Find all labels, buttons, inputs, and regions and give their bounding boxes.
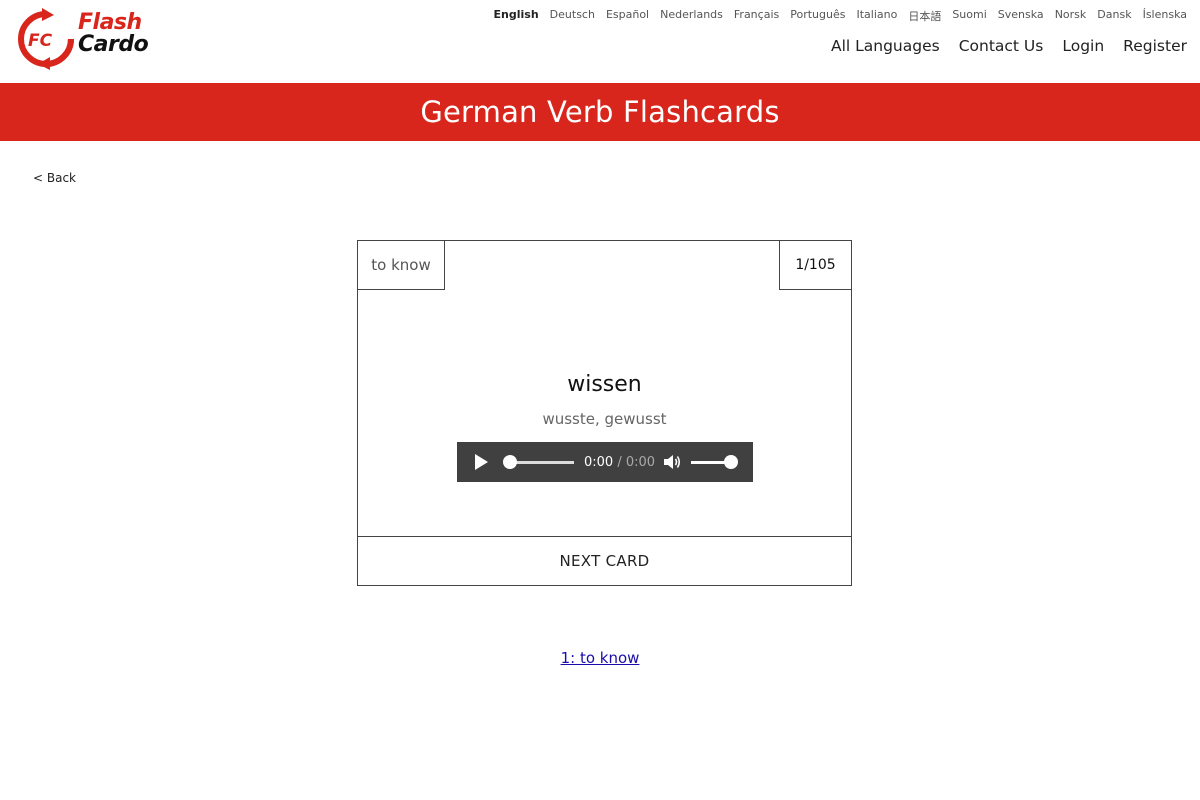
- lang-deutsch[interactable]: Deutsch: [550, 8, 595, 24]
- lang-italiano[interactable]: Italiano: [856, 8, 897, 24]
- language-bar: English Deutsch Español Nederlands Franç…: [494, 8, 1187, 24]
- lang-japanese[interactable]: 日本語: [908, 8, 941, 24]
- nav-contact-us[interactable]: Contact Us: [959, 37, 1044, 55]
- lang-dansk[interactable]: Dansk: [1097, 8, 1131, 24]
- lang-francais[interactable]: Français: [734, 8, 779, 24]
- site-header: FC Flash Cardo English Deutsch Español N…: [0, 0, 1200, 83]
- lang-nederlands[interactable]: Nederlands: [660, 8, 723, 24]
- lang-islenska[interactable]: Íslenska: [1143, 8, 1187, 24]
- logo-text: Flash Cardo: [78, 10, 149, 57]
- back-link[interactable]: < Back: [33, 171, 76, 185]
- current-time: 0:00: [584, 455, 614, 470]
- lang-svenska[interactable]: Svenska: [998, 8, 1044, 24]
- flashcardo-logo[interactable]: FC Flash Cardo: [16, 8, 166, 70]
- title-banner: German Verb Flashcards: [0, 83, 1200, 141]
- page-title: German Verb Flashcards: [420, 95, 780, 129]
- logo-cycle-icon: FC: [18, 8, 74, 70]
- svg-text:FC: FC: [28, 31, 53, 51]
- time-separator: /: [613, 455, 626, 470]
- flashcard: to know 1/105 wissen wusste, gewusst 0:0…: [357, 240, 852, 586]
- logo-line1: Flash: [78, 10, 142, 35]
- audio-player: 0:00 / 0:00: [457, 442, 753, 482]
- nav-register[interactable]: Register: [1123, 37, 1187, 55]
- nav-login[interactable]: Login: [1062, 37, 1104, 55]
- nav-all-languages[interactable]: All Languages: [831, 37, 940, 55]
- card-list-link[interactable]: 1: to know: [561, 649, 640, 667]
- play-icon[interactable]: [475, 454, 488, 470]
- lang-english[interactable]: English: [494, 8, 539, 24]
- duration-time: 0:00: [625, 455, 656, 470]
- lang-portugues[interactable]: Português: [790, 8, 845, 24]
- next-card-button[interactable]: NEXT CARD: [357, 536, 852, 586]
- logo-line2: Cardo: [78, 32, 149, 57]
- card-english-meaning: to know: [357, 240, 445, 290]
- card-counter: 1/105: [779, 240, 852, 290]
- card-verb-forms: wusste, gewusst: [542, 410, 667, 428]
- lang-norsk[interactable]: Norsk: [1055, 8, 1087, 24]
- volume-handle[interactable]: [724, 455, 738, 469]
- seek-handle[interactable]: [503, 455, 517, 469]
- lang-suomi[interactable]: Suomi: [952, 8, 986, 24]
- card-german-word: wissen: [567, 372, 642, 397]
- main-nav: All Languages Contact Us Login Register: [831, 37, 1187, 55]
- time-display: 0:00 / 0:00: [584, 455, 655, 470]
- card-list: 1: to know: [0, 649, 1200, 667]
- lang-espanol[interactable]: Español: [606, 8, 649, 24]
- volume-icon[interactable]: [664, 454, 682, 470]
